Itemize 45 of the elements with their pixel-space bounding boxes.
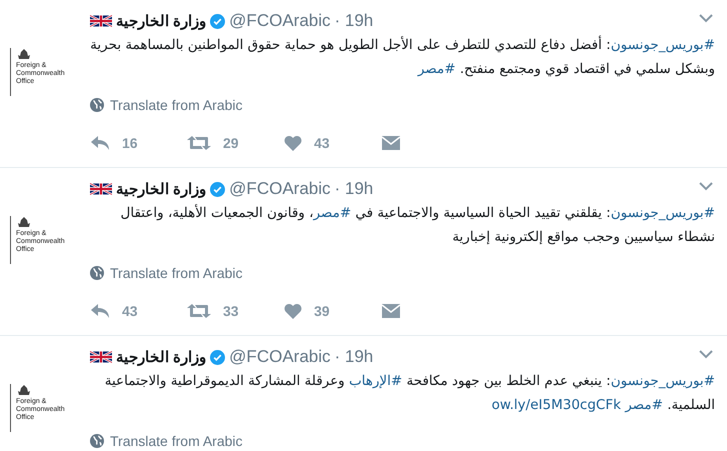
retweet-icon[interactable] (187, 303, 211, 319)
flag-icon (90, 350, 112, 364)
timestamp[interactable]: · 19h (334, 11, 374, 31)
hashtag-link[interactable]: #مصر (418, 61, 456, 77)
globe-icon (90, 266, 104, 280)
reply-count: 43 (122, 303, 138, 319)
hashtag-link[interactable]: #الإرهاب (348, 373, 402, 389)
hashtag-link[interactable]: ow.ly/eI5M30cgCFk (492, 397, 621, 413)
retweet-count: 29 (223, 135, 239, 151)
account-name[interactable]: وزارة الخارجية (116, 180, 206, 198)
caret-icon[interactable] (699, 182, 713, 191)
tweet-text: #بوريس_جونسون: أفضل دفاع للتصدي للتطرف على الأجل الطويل هو حماية حقوق المواطنين بالمساهمة بحرية وبشكل سلمي في اقتصاد قوي ومجتمع منفتح. #مصر (90, 34, 715, 79)
account-handle[interactable]: @FCOArabic (229, 11, 330, 31)
like-count: 39 (314, 303, 330, 319)
hashtag-link[interactable]: #مصر (625, 397, 663, 413)
retweet-icon[interactable] (187, 135, 211, 151)
hashtag-link[interactable]: #بوريس_جونسون (610, 37, 715, 53)
hashtag-link[interactable]: #مصر (313, 205, 352, 221)
reply-icon[interactable] (90, 135, 110, 151)
caret-icon[interactable] (699, 14, 713, 23)
globe-icon (90, 98, 104, 112)
hashtag-link[interactable]: #بوريس_جونسون (610, 205, 715, 221)
hashtag-link[interactable]: #بوريس_جونسون (610, 373, 715, 389)
account-name[interactable]: وزارة الخارجية (116, 12, 206, 30)
account-handle[interactable]: @FCOArabic (229, 179, 330, 199)
like-count: 43 (314, 135, 330, 151)
caret-icon[interactable] (699, 350, 713, 359)
translate-link[interactable]: Translate from Arabic (110, 433, 243, 449)
globe-icon (90, 434, 104, 448)
heart-icon[interactable] (284, 135, 302, 151)
tweet-text: #بوريس_جونسون: يقلقني تقييد الحياة السياسية والاجتماعية في #مصر، وقانون الجمعيات الأهلية، واعتقال نشطاء سياسيين وحجب مواقع إلكترونية إخبارية (120, 203, 715, 247)
heart-icon[interactable] (284, 303, 302, 319)
account-handle[interactable]: @FCOArabic (229, 347, 330, 367)
translate-link[interactable]: Translate from Arabic (110, 265, 243, 281)
account-name[interactable]: وزارة الخارجية (116, 348, 206, 366)
reply-icon[interactable] (90, 303, 110, 319)
retweet-count: 33 (223, 303, 239, 319)
flag-icon (90, 182, 112, 196)
envelope-icon[interactable] (381, 135, 401, 151)
envelope-icon[interactable] (381, 303, 401, 319)
timestamp[interactable]: · 19h (334, 179, 374, 199)
timestamp[interactable]: · 19h (334, 347, 374, 367)
reply-count: 16 (122, 135, 138, 151)
translate-link[interactable]: Translate from Arabic (110, 97, 243, 113)
flag-icon (90, 14, 112, 28)
